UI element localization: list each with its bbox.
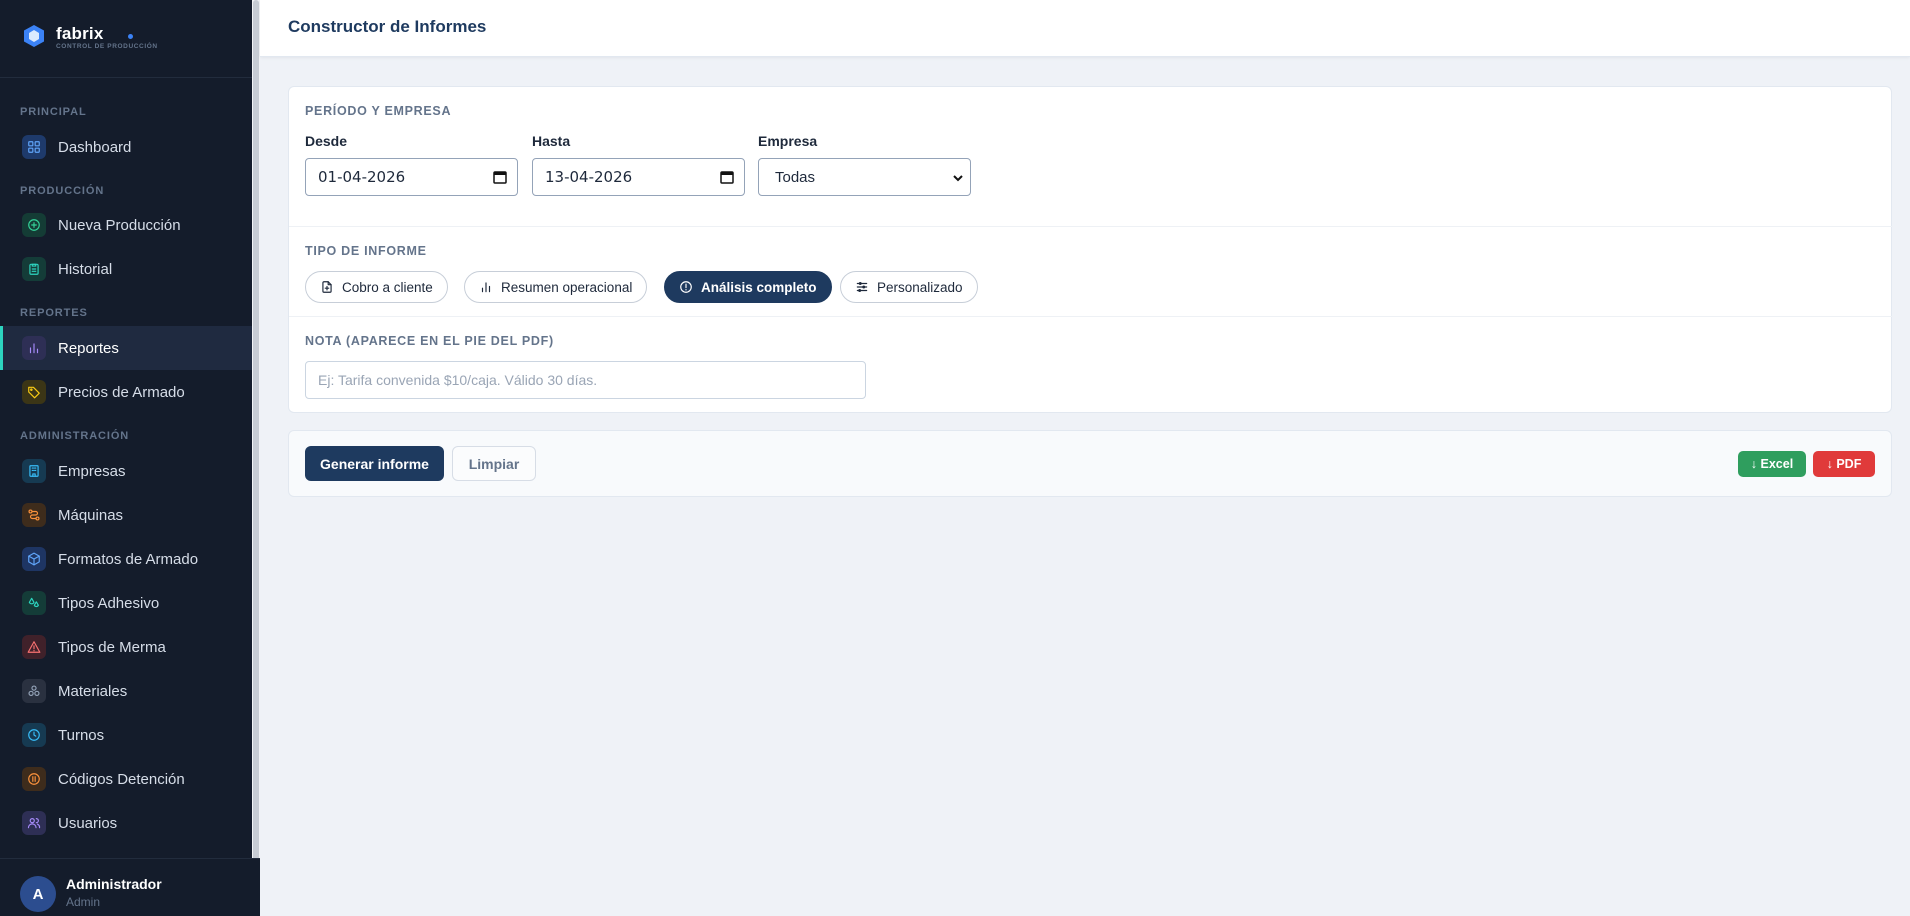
sidebar-item-label: Empresas (58, 462, 126, 480)
sidebar-item-label: Materiales (58, 682, 128, 700)
chip-label: Personalizado (877, 279, 963, 295)
grid-icon (22, 135, 46, 159)
brand-subtitle: CONTROL DE PRODUCCIÓN (56, 43, 158, 50)
route-icon (22, 503, 46, 527)
brand-dot (128, 34, 133, 39)
sidebar-item-label: Tipos de Merma (58, 638, 166, 656)
logo-hexagon-icon (24, 25, 44, 47)
user-panel[interactable]: A Administrador Admin (0, 858, 260, 916)
period-section-title: PERÍODO Y EMPRESA (305, 104, 452, 118)
bar-chart-icon (481, 282, 491, 293)
brand-name: fabrix (56, 24, 104, 43)
sidebar-item-tipos-adhesivo[interactable]: Tipos Adhesivo (0, 581, 252, 625)
clear-button[interactable]: Limpiar (452, 446, 536, 481)
users-icon (22, 811, 46, 835)
scrollbar-thumb[interactable] (253, 0, 259, 862)
chip-label: Cobro a cliente (342, 279, 433, 295)
sidebar-scrollbar[interactable] (252, 0, 260, 862)
from-date-value: 01-04-2026 (318, 168, 406, 186)
calendar-icon (493, 171, 507, 184)
divider (289, 316, 1893, 317)
report-type-section-title: TIPO DE INFORME (305, 244, 427, 258)
sidebar-item-label: Nueva Producción (58, 216, 181, 234)
sidebar-item-label: Turnos (58, 726, 105, 744)
report-type-personalizado[interactable]: Personalizado (840, 271, 978, 303)
chip-label: Análisis completo (701, 279, 817, 295)
from-label: Desde (305, 133, 348, 149)
avatar[interactable]: A (20, 876, 56, 912)
bar-chart-icon (22, 336, 46, 360)
chevron-down-icon (953, 175, 963, 182)
calendar-icon (720, 171, 734, 184)
company-select[interactable]: Todas (758, 158, 971, 196)
note-input[interactable] (305, 361, 866, 399)
sidebar-item-reportes[interactable]: Reportes (0, 326, 252, 370)
report-type-cobro-a-cliente[interactable]: Cobro a cliente (305, 271, 448, 303)
chip-label: Resumen operacional (501, 279, 633, 295)
to-label: Hasta (532, 133, 571, 149)
sidebar-item-label: Máquinas (58, 506, 124, 524)
stop-circle-icon (22, 767, 46, 791)
sidebar-item-codigos-detencion[interactable]: Códigos Detención (0, 757, 252, 801)
export-excel-button[interactable]: ↓ Excel (1738, 451, 1806, 477)
clock-icon (22, 723, 46, 747)
sidebar-item-precios-de-armado[interactable]: Precios de Armado (0, 370, 252, 414)
divider (289, 226, 1893, 227)
user-name: Administrador (66, 876, 162, 892)
box-icon (22, 547, 46, 571)
sidebar-item-materiales[interactable]: Materiales (0, 669, 252, 713)
to-date-value: 13-04-2026 (545, 168, 633, 186)
user-role: Admin (66, 895, 101, 909)
sidebar-item-historial[interactable]: Historial (0, 247, 252, 291)
sidebar-item-label: Precios de Armado (58, 383, 185, 401)
sidebar-item-label: Formatos de Armado (58, 550, 199, 568)
sidebar-item-label: Tipos Adhesivo (58, 594, 160, 612)
report-type-analisis-completo[interactable]: Análisis completo (664, 271, 832, 303)
company-label: Empresa (758, 133, 818, 149)
sidebar-item-dashboard[interactable]: Dashboard (0, 125, 252, 169)
clipboard-icon (22, 257, 46, 281)
building-icon (22, 459, 46, 483)
sidebar-item-empresas[interactable]: Empresas (0, 449, 252, 493)
from-date-input[interactable]: 01-04-2026 (305, 158, 518, 196)
company-select-value: Todas (775, 168, 816, 186)
sidebar-item-maquinas[interactable]: Máquinas (0, 493, 252, 537)
sidebar-section-produccion: PRODUCCIÓN (20, 185, 105, 197)
file-plus-icon (322, 281, 332, 293)
sidebar-section-administracion: ADMINISTRACIÓN (20, 430, 130, 442)
sidebar: fabrix CONTROL DE PRODUCCIÓN PRINCIPAL D… (0, 0, 260, 916)
report-type-resumen-operacional[interactable]: Resumen operacional (464, 271, 648, 303)
report-config-card: PERÍODO Y EMPRESA Desde 01-04-2026 Hasta… (288, 86, 1893, 413)
page-title: Constructor de Informes (288, 17, 487, 36)
action-bar: Generar informe Limpiar ↓ Excel ↓ PDF (288, 430, 1892, 497)
export-pdf-button[interactable]: ↓ PDF (1813, 451, 1875, 477)
generate-report-button[interactable]: Generar informe (305, 446, 444, 481)
sidebar-section-principal: PRINCIPAL (20, 106, 87, 118)
sliders-icon (856, 282, 868, 292)
note-section-title: NOTA (APARECE EN EL PIE DEL PDF) (305, 334, 554, 348)
plus-circle-icon (22, 213, 46, 237)
sidebar-section-reportes: REPORTES (20, 307, 88, 319)
alert-circle-icon (680, 281, 692, 293)
warning-icon (22, 635, 46, 659)
droplets-icon (22, 591, 46, 615)
sidebar-item-formatos-de-armado[interactable]: Formatos de Armado (0, 537, 252, 581)
sidebar-item-label: Usuarios (58, 814, 118, 832)
tag-icon (22, 380, 46, 404)
sidebar-item-usuarios[interactable]: Usuarios (0, 801, 252, 845)
top-bar: Constructor de Informes (260, 0, 1910, 57)
sidebar-item-label: Códigos Detención (58, 770, 185, 788)
brand-header: fabrix CONTROL DE PRODUCCIÓN (0, 0, 260, 78)
sidebar-item-tipos-de-merma[interactable]: Tipos de Merma (0, 625, 252, 669)
layers-icon (22, 679, 46, 703)
sidebar-item-nueva-produccion[interactable]: Nueva Producción (0, 203, 252, 247)
sidebar-item-label: Historial (58, 260, 113, 278)
sidebar-item-turnos[interactable]: Turnos (0, 713, 252, 757)
sidebar-nav: fabrix CONTROL DE PRODUCCIÓN PRINCIPAL D… (0, 0, 260, 858)
sidebar-item-label: Reportes (58, 339, 119, 357)
sidebar-item-label: Dashboard (58, 138, 132, 156)
to-date-input[interactable]: 13-04-2026 (532, 158, 745, 196)
